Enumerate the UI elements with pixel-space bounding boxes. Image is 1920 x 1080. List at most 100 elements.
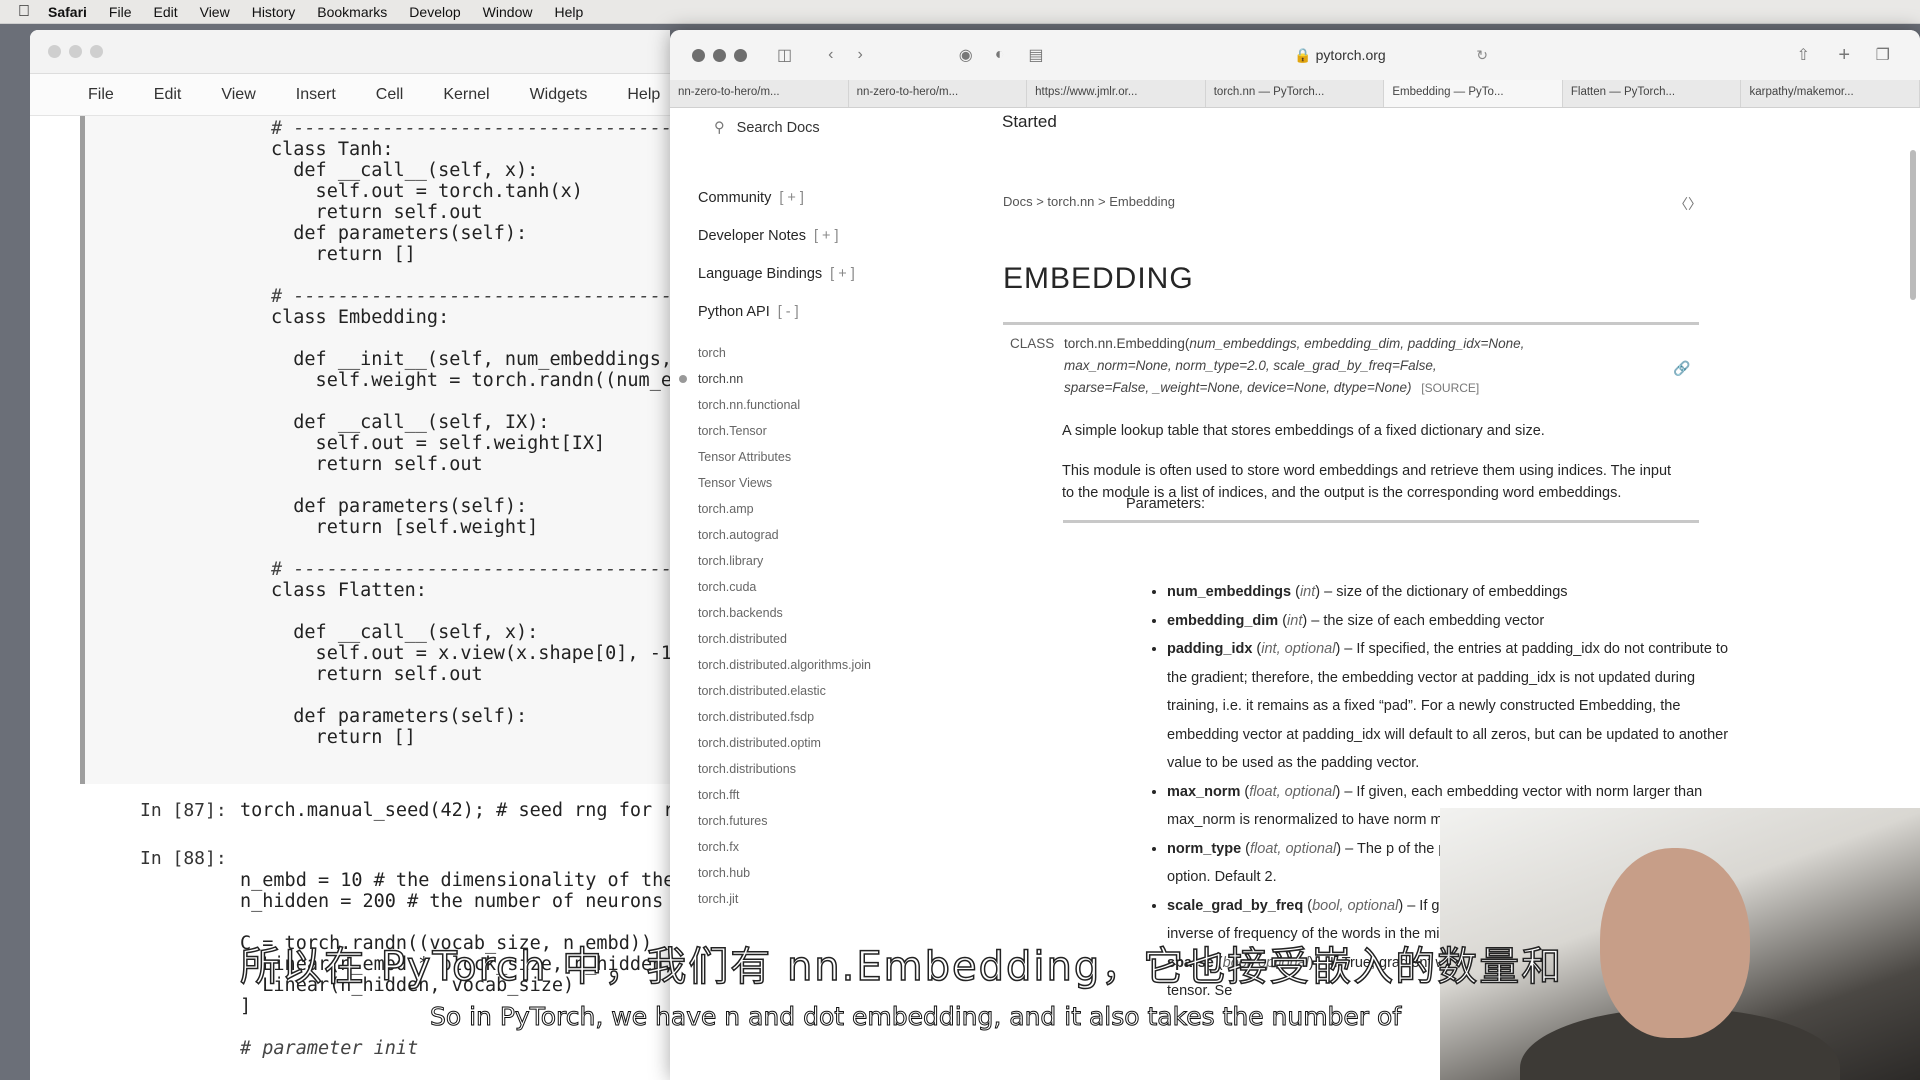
minimize-button[interactable] xyxy=(713,48,726,62)
code-line: return [] xyxy=(271,727,416,748)
nav-item[interactable]: torch.distributed xyxy=(698,626,871,652)
jupyter-menu-file[interactable]: File xyxy=(88,86,114,104)
code-editor[interactable]: # --------------------------------------… xyxy=(271,118,670,748)
browser-tab[interactable]: https://www.jmlr.or... xyxy=(1027,80,1206,107)
browser-tab[interactable]: Flatten — PyTorch... xyxy=(1563,80,1742,107)
nav-item[interactable]: torch.distributed.optim xyxy=(698,730,871,756)
breadcrumb[interactable]: Docs > torch.nn > Embedding xyxy=(1003,194,1175,209)
menubar-item-help[interactable]: Help xyxy=(554,4,583,20)
shell-icon[interactable]: 〈〉 xyxy=(1674,194,1702,214)
minimize-button[interactable] xyxy=(69,45,82,58)
share-icon[interactable]: ⇧ xyxy=(1797,45,1810,65)
nav-item[interactable]: torch.distributions xyxy=(698,756,871,782)
parameter-description: – the size of each embedding vector xyxy=(1307,612,1545,629)
code-line: # parameter init xyxy=(240,1038,419,1059)
parameter-name: scale_grad_by_freq xyxy=(1167,897,1304,914)
nav-item[interactable]: torch.fx xyxy=(698,834,871,860)
apple-icon[interactable]:  xyxy=(0,3,48,21)
address-bar[interactable]: 🔒 pytorch.org ↻ xyxy=(1192,42,1488,68)
close-button[interactable] xyxy=(692,48,705,62)
menubar-item-view[interactable]: View xyxy=(200,4,230,20)
jupyter-menu-edit[interactable]: Edit xyxy=(154,86,182,104)
nav-item[interactable]: torch.hub xyxy=(698,860,871,886)
browser-tab[interactable]: torch.nn — PyTorch... xyxy=(1206,80,1385,107)
menubar-item-develop[interactable]: Develop xyxy=(409,4,460,20)
source-link[interactable]: [SOURCE] xyxy=(1421,381,1479,395)
lock-icon: 🔒 xyxy=(1294,47,1312,63)
header-nav-fragment[interactable]: Started xyxy=(1002,112,1057,132)
browser-tab[interactable]: nn-zero-to-hero/m... xyxy=(670,80,849,107)
class-label: CLASS xyxy=(1010,336,1055,351)
nav-item[interactable]: torch.distributed.elastic xyxy=(698,678,871,704)
nav-item[interactable]: torch.autograd xyxy=(698,522,871,548)
cell-code-87[interactable]: torch.manual_seed(42); # seed rng for re xyxy=(240,800,670,821)
subtitle-chinese: 所以在 PyTorch 中，我们有 nn.Embedding，它也接受嵌入的数量… xyxy=(239,943,1564,991)
nav-item[interactable]: torch.backends xyxy=(698,600,871,626)
tab-overview-icon[interactable]: ❐ xyxy=(1876,45,1890,65)
nav-item[interactable]: torch.nn xyxy=(679,366,871,392)
nav-item[interactable]: torch.distributed.fsdp xyxy=(698,704,871,730)
jupyter-menu-cell[interactable]: Cell xyxy=(376,86,404,104)
new-tab-icon[interactable]: + xyxy=(1838,44,1850,67)
permalink-icon[interactable]: 🔗 xyxy=(1673,360,1690,377)
menubar-app-name[interactable]: Safari xyxy=(48,4,87,20)
nav-section-community[interactable]: Community [ + ] xyxy=(698,190,804,206)
sidebar-toggle-icon[interactable]: ◫ xyxy=(777,45,792,65)
nav-item[interactable]: torch xyxy=(698,340,871,366)
jupyter-menu-insert[interactable]: Insert xyxy=(296,86,336,104)
jupyter-menu-widgets[interactable]: Widgets xyxy=(530,86,588,104)
parameter-description: – size of the dictionary of embeddings xyxy=(1320,584,1568,600)
nav-section-developer-notes[interactable]: Developer Notes [ + ] xyxy=(698,228,839,244)
nav-item[interactable]: torch.Tensor xyxy=(698,418,871,444)
shield-icon[interactable]: ◐ xyxy=(995,46,1005,64)
privacy-icon[interactable]: ◉ xyxy=(959,45,973,65)
menubar-item-edit[interactable]: Edit xyxy=(153,4,177,20)
menubar-item-window[interactable]: Window xyxy=(483,4,533,20)
browser-tab[interactable]: Embedding — PyTo... xyxy=(1384,80,1563,107)
parameter-name: max_norm xyxy=(1167,783,1241,800)
nav-section-toggle[interactable]: [ + ] xyxy=(814,228,839,244)
parameter-item: padding_idx (int, optional) – If specifi… xyxy=(1167,635,1733,778)
nav-item[interactable]: torch.amp xyxy=(698,496,871,522)
nav-section-toggle[interactable]: [ + ] xyxy=(779,190,804,206)
zoom-button[interactable] xyxy=(734,48,747,62)
nav-item[interactable]: torch.distributed.algorithms.join xyxy=(698,652,871,678)
nav-item[interactable]: torch.fft xyxy=(698,782,871,808)
search-docs[interactable]: ⚲ Search Docs xyxy=(714,120,820,136)
code-line: def parameters(self): xyxy=(271,706,528,727)
nav-item[interactable]: torch.jit xyxy=(698,886,871,912)
nav-section-label: Language Bindings xyxy=(698,266,823,282)
back-icon[interactable]: ‹ xyxy=(828,46,833,64)
jupyter-menu-help[interactable]: Help xyxy=(627,86,660,104)
reload-icon[interactable]: ↻ xyxy=(1476,42,1488,68)
browser-tab[interactable]: nn-zero-to-hero/m... xyxy=(849,80,1028,107)
nav-section-python-api[interactable]: Python API [ - ] xyxy=(698,304,799,320)
nav-item[interactable]: Tensor Attributes xyxy=(698,444,871,470)
reader-icon[interactable]: ▤ xyxy=(1028,45,1043,65)
nav-item[interactable]: torch.library xyxy=(698,548,871,574)
menubar-item-file[interactable]: File xyxy=(109,4,132,20)
nav-item[interactable]: torch.cuda xyxy=(698,574,871,600)
jupyter-menu-kernel[interactable]: Kernel xyxy=(443,86,489,104)
nav-section-toggle[interactable]: [ + ] xyxy=(830,266,855,282)
nav-section-language-bindings[interactable]: Language Bindings [ + ] xyxy=(698,266,855,282)
nav-item[interactable]: torch.nn.functional xyxy=(698,392,871,418)
nav-item[interactable]: Tensor Views xyxy=(698,470,871,496)
nav-item[interactable]: torch.futures xyxy=(698,808,871,834)
close-button[interactable] xyxy=(48,45,61,58)
scrollbar[interactable] xyxy=(1910,150,1916,300)
search-icon: ⚲ xyxy=(714,120,725,136)
menubar-item-history[interactable]: History xyxy=(252,4,296,20)
menubar-item-bookmarks[interactable]: Bookmarks xyxy=(317,4,387,20)
nav-section-toggle[interactable]: [ - ] xyxy=(778,304,799,320)
divider xyxy=(1003,322,1699,325)
browser-tab[interactable]: karpathy/makemor... xyxy=(1741,80,1920,107)
code-cell-active[interactable]: # --------------------------------------… xyxy=(80,116,670,784)
forward-icon[interactable]: › xyxy=(857,46,862,64)
zoom-button[interactable] xyxy=(90,45,103,58)
parameter-name: num_embeddings xyxy=(1167,584,1292,600)
jupyter-menu-view[interactable]: View xyxy=(221,86,255,104)
code-line: return self.out xyxy=(271,664,483,685)
address-bar-url: pytorch.org xyxy=(1315,47,1386,63)
